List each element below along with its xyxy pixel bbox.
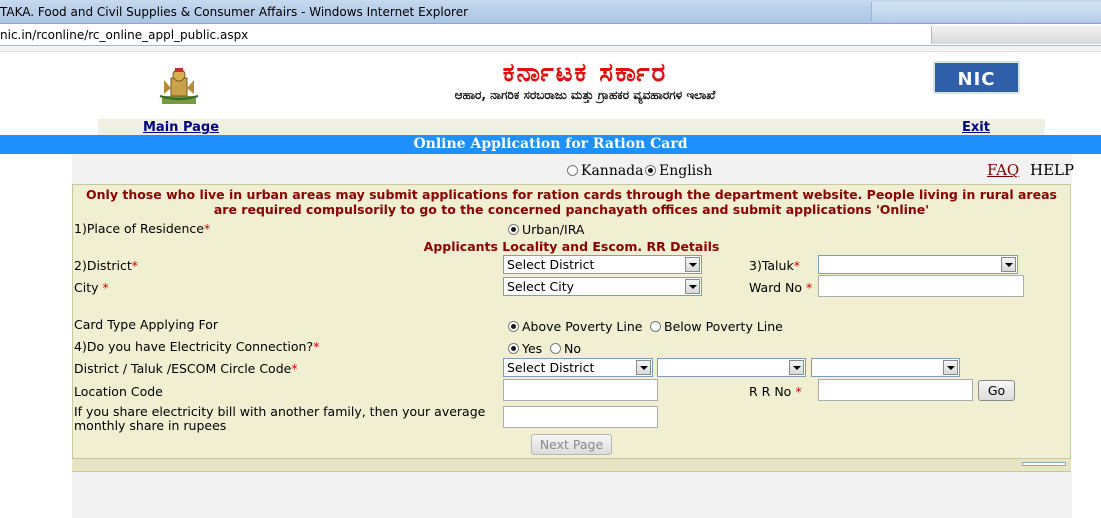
ward-label: Ward No * [749,280,813,295]
electricity-yes-option[interactable]: Yes [508,341,542,356]
rr-no-input[interactable] [818,379,973,401]
chevron-down-icon[interactable] [685,257,700,272]
card-bpl-option[interactable]: Below Poverty Line [650,319,783,334]
nav-bar [98,119,1045,135]
help-link[interactable]: HELP [1030,161,1074,179]
window-controls[interactable] [871,2,1101,22]
chevron-down-icon[interactable] [685,279,700,294]
language-english-option[interactable]: English [645,163,712,179]
escom-taluk-select[interactable] [657,358,806,377]
address-bar[interactable]: nic.in/rconline/rc_online_appl_public.as… [0,24,1101,46]
escom-district-select[interactable]: Select District [503,358,653,377]
language-kannada-option[interactable]: Kannada [567,163,644,179]
radio-english[interactable] [645,165,656,176]
chevron-down-icon[interactable] [636,360,651,375]
form-footer [72,458,1071,472]
kannada-subtitle: ಆಹಾರ, ನಾಗರಿಕ ಸರಬರಾಜು ಮತ್ತು ಗ್ರಾಹಕರ ವ್ಯವಹ… [454,88,716,102]
page-banner: Online Application for Ration Card [0,135,1101,154]
rr-no-label: R R No * [749,384,802,399]
rural-notice: Only those who live in urban areas may s… [86,187,1057,217]
city-label: City * [74,280,109,295]
share-amount-input[interactable] [503,406,658,428]
city-select-value: Select City [507,279,575,294]
city-select[interactable]: Select City [503,277,702,296]
location-code-input[interactable] [503,379,658,401]
chevron-down-icon[interactable] [943,360,958,375]
main-page-link[interactable]: Main Page [143,120,219,135]
label-elec-no: No [564,341,581,356]
window-titlebar: TAKA. Food and Civil Supplies & Consumer… [0,0,1101,24]
residence-label: 1)Place of Residence* [74,221,211,236]
residence-urban-option[interactable]: Urban/IRA [508,222,584,237]
radio-kannada[interactable] [567,165,578,176]
location-code-label: Location Code [74,384,163,399]
next-page-button[interactable]: Next Page [531,434,612,455]
label-urban: Urban/IRA [522,222,585,237]
radio-elec-no[interactable] [550,343,561,354]
taluk-select[interactable] [818,255,1018,274]
browser-command-strip [0,46,1101,52]
kannada-title: ಕರ್ನಾಟಕ ಸರ್ಕಾರ [502,58,668,88]
karnataka-emblem-icon [159,68,199,104]
address-url: nic.in/rconline/rc_online_appl_public.as… [0,28,249,42]
radio-urban[interactable] [508,224,519,235]
window-title: TAKA. Food and Civil Supplies & Consumer… [0,5,469,19]
radio-bpl[interactable] [650,321,661,332]
radio-elec-yes[interactable] [508,343,519,354]
ward-input[interactable] [818,275,1024,297]
exit-link[interactable]: Exit [962,120,990,135]
horizontal-scrollbar[interactable] [1022,462,1066,466]
card-apl-option[interactable]: Above Poverty Line [508,319,642,334]
label-kannada: Kannada [581,163,644,179]
district-label: 2)District* [74,258,138,273]
address-tools[interactable] [931,26,1101,44]
label-bpl: Below Poverty Line [664,319,783,334]
electricity-no-option[interactable]: No [550,341,581,356]
chevron-down-icon[interactable] [1001,257,1016,272]
nic-logo: NIC [933,61,1020,94]
label-english: English [659,163,713,179]
label-elec-yes: Yes [522,341,543,356]
taluk-label: 3)Taluk* [749,258,800,273]
faq-link[interactable]: FAQ [987,161,1019,179]
district-select-value: Select District [507,257,595,272]
card-type-label: Card Type Applying For [74,317,219,332]
chevron-down-icon[interactable] [789,360,804,375]
page-lower-area [72,472,1072,518]
go-button[interactable]: Go [978,380,1015,401]
share-label-line1: If you share electricity bill with anoth… [74,404,486,419]
district-select[interactable]: Select District [503,255,702,274]
radio-apl[interactable] [508,321,519,332]
label-apl: Above Poverty Line [522,319,643,334]
electricity-label: 4)Do you have Electricity Connection?* [74,339,320,354]
escom-label: District / Taluk /ESCOM Circle Code* [74,361,298,376]
escom-district-value: Select District [507,360,595,375]
section-title: Applicants Locality and Escom. RR Detail… [423,239,720,254]
escom-circle-select[interactable] [811,358,960,377]
share-label-line2: monthly share in rupees [74,418,227,433]
